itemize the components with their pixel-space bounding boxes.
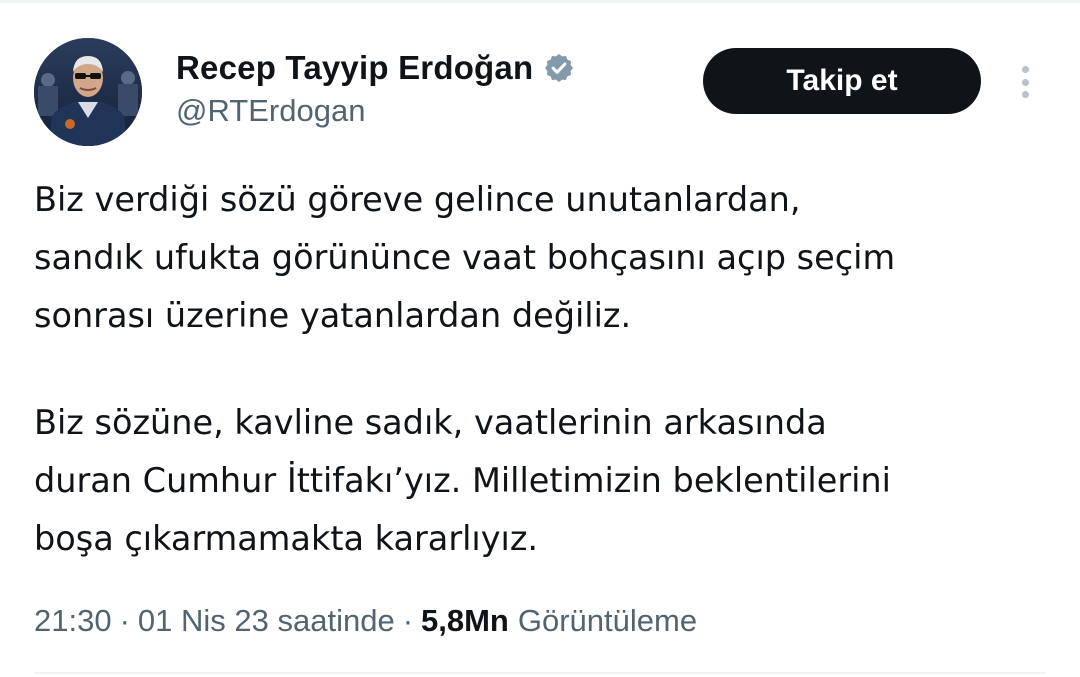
tweet-line: duran Cumhur İttifakı’yız. Milletimizin …	[34, 461, 891, 500]
tweet-line: Biz verdiği sözü göreve gelince unutanla…	[34, 180, 801, 219]
avatar[interactable]	[34, 38, 142, 146]
more-dot	[1021, 66, 1029, 73]
tweet-line: Biz sözüne, kavline sadık, vaatlerinin a…	[34, 403, 827, 442]
follow-button[interactable]: Takip et	[703, 48, 981, 114]
top-divider	[0, 0, 1080, 3]
views-label: Görüntüleme	[517, 603, 698, 638]
meta-separator: ·	[402, 603, 414, 638]
more-dot	[1021, 78, 1029, 86]
author-name-row: Recep Tayyip Erdoğan	[176, 46, 575, 90]
more-vertical-icon[interactable]	[1010, 62, 1040, 102]
author-display-name[interactable]: Recep Tayyip Erdoğan	[176, 49, 533, 87]
views-count: 5,8Mn	[421, 603, 509, 638]
verified-badge-icon	[543, 52, 575, 84]
tweet-meta: 21:30 · 01 Nis 23 saatinde · 5,8Mn Görün…	[34, 597, 697, 645]
tweet-time[interactable]: 21:30	[34, 603, 112, 639]
tweet-paragraph-1: Biz verdiği sözü göreve gelince unutanla…	[34, 171, 1064, 345]
tweet-line: sandık ufukta görününce vaat bohçasını a…	[34, 238, 896, 277]
bottom-divider	[34, 672, 1046, 674]
author-handle[interactable]: @RTErdogan	[176, 93, 365, 129]
tweet-line: boşa çıkarmamakta kararlıyız.	[34, 519, 539, 558]
more-dot	[1021, 91, 1029, 98]
avatar-image	[34, 38, 142, 146]
tweet-date[interactable]: 01 Nis 23 saatinde	[138, 603, 395, 639]
tweet-line: sonrası üzerine yatanlardan değiliz.	[34, 296, 632, 335]
tweet-paragraph-2: Biz sözüne, kavline sadık, vaatlerinin a…	[34, 394, 1064, 568]
meta-separator: ·	[119, 603, 130, 638]
